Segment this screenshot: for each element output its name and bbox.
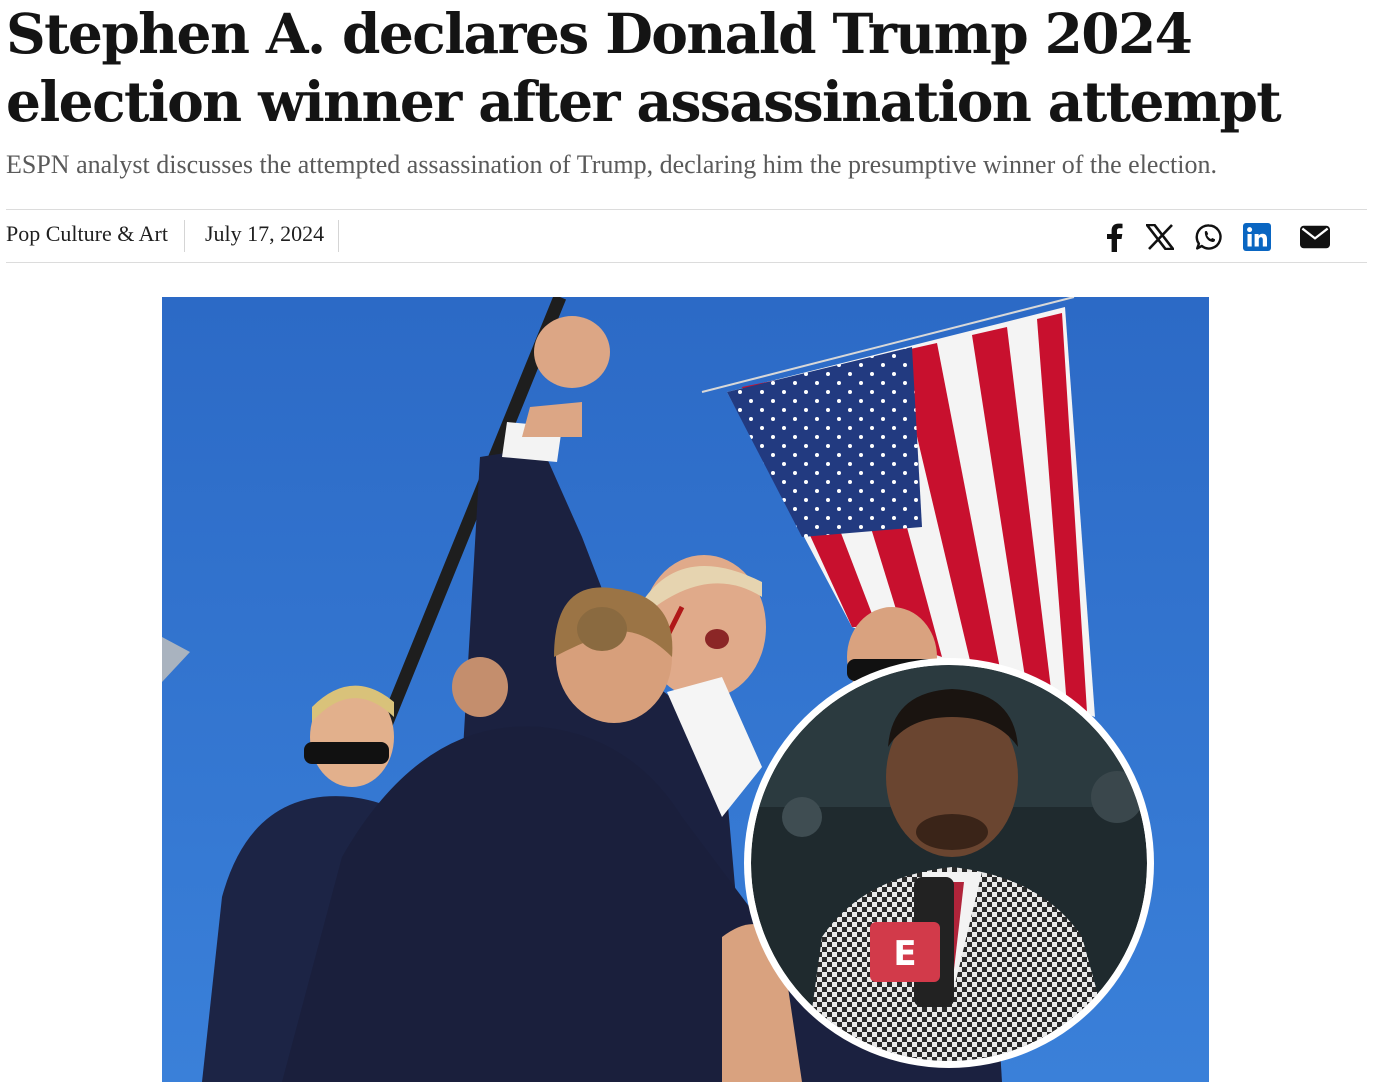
share-whatsapp-button[interactable]	[1194, 222, 1224, 252]
article: Stephen A. declares Donald Trump 2024 el…	[0, 0, 1381, 1089]
article-subheadline: ESPN analyst discusses the attempted ass…	[6, 150, 1217, 179]
facebook-icon	[1107, 223, 1123, 252]
publish-date: July 17, 2024	[205, 220, 340, 252]
rally-photo: E	[162, 297, 1209, 1082]
share-facebook-button[interactable]	[1099, 222, 1129, 252]
whatsapp-icon	[1195, 224, 1222, 250]
linkedin-icon	[1243, 223, 1271, 251]
article-meta-bar: Pop Culture & Art July 17, 2024	[6, 209, 1367, 263]
x-icon	[1146, 224, 1174, 250]
email-icon	[1300, 225, 1330, 249]
share-linkedin-button[interactable]	[1242, 222, 1272, 252]
article-headline: Stephen A. declares Donald Trump 2024 el…	[6, 1, 1282, 134]
svg-text:E: E	[893, 934, 916, 974]
share-email-button[interactable]	[1300, 222, 1330, 252]
category-link[interactable]: Pop Culture & Art	[6, 220, 185, 252]
share-x-button[interactable]	[1145, 222, 1175, 252]
hero-image: E	[162, 297, 1209, 1082]
